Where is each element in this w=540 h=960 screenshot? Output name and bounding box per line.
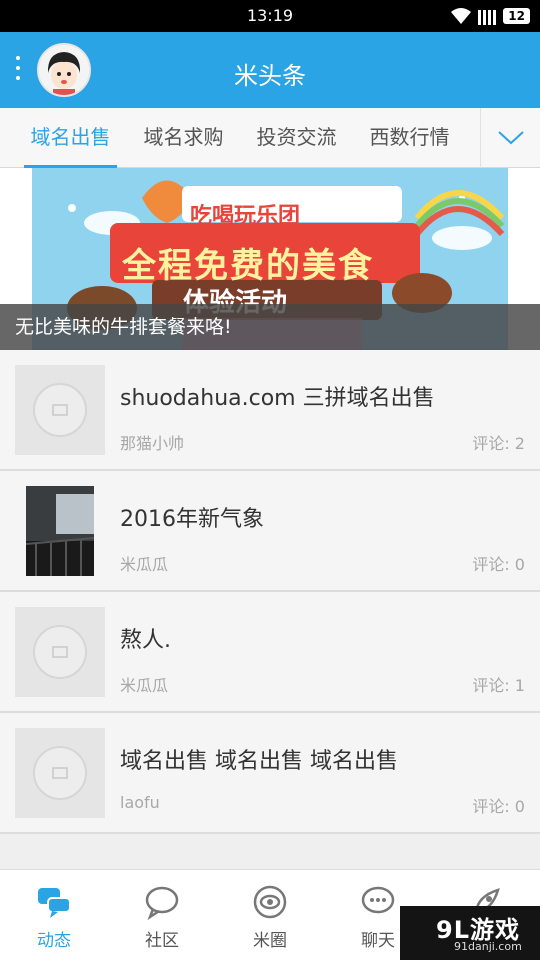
tab-xishu-market[interactable]: 西数行情	[353, 108, 466, 168]
chevron-down-icon	[497, 131, 524, 145]
expand-tabs-button[interactable]	[480, 108, 540, 168]
promo-banner[interactable]: 吃喝玩乐团 全程免费的美食 体验活动 无比美味的牛排套餐来咯!	[0, 168, 540, 350]
post-title: shuodahua.com 三拼域名出售	[120, 386, 435, 411]
post-title: 熬人.	[120, 628, 171, 653]
battery-icon: 12	[503, 8, 530, 24]
tab-domain-sale[interactable]: 域名出售	[14, 108, 127, 168]
photo-thumbnail	[26, 486, 94, 576]
status-icons: 12	[451, 7, 530, 25]
image-placeholder-icon	[33, 625, 87, 679]
status-bar: 13:19 12	[0, 0, 540, 32]
list-item[interactable]: 2016年新气象 米瓜瓜 评论: 0	[0, 471, 540, 592]
page-title: 米头条	[234, 62, 306, 90]
post-comment-count: 评论: 2	[472, 434, 525, 453]
post-title: 域名出售 域名出售 域名出售	[120, 749, 398, 774]
post-comment-count: 评论: 1	[472, 676, 525, 695]
placeholder-thumbnail	[15, 365, 105, 455]
banner-caption: 无比美味的牛排套餐来咯!	[0, 304, 540, 350]
post-author: 那猫小帅	[120, 434, 185, 453]
banner-top-line: 吃喝玩乐团	[190, 204, 301, 229]
list-item[interactable]: 域名出售 域名出售 域名出售 laofu 评论: 0	[0, 713, 540, 834]
tab-investment[interactable]: 投资交流	[240, 108, 353, 168]
placeholder-thumbnail	[15, 607, 105, 697]
post-author: 米瓜瓜	[120, 676, 169, 695]
eye-circle-icon	[253, 885, 287, 919]
nav-label: 社区	[145, 931, 179, 951]
post-author: laofu	[120, 793, 160, 812]
balcony-photo-icon	[26, 486, 94, 576]
list-item[interactable]: 熬人. 米瓜瓜 评论: 1	[0, 592, 540, 713]
post-list: shuodahua.com 三拼域名出售 那猫小帅 评论: 2 2016年新气象…	[0, 350, 540, 834]
list-item[interactable]: shuodahua.com 三拼域名出售 那猫小帅 评论: 2	[0, 350, 540, 471]
wifi-icon	[451, 8, 472, 24]
nav-label: 动态	[37, 931, 71, 951]
tab-domain-wanted[interactable]: 域名求购	[127, 108, 240, 168]
signal-icon	[478, 10, 497, 25]
nav-item-mi-circle[interactable]: 米圈	[216, 870, 324, 960]
post-title: 2016年新气象	[120, 507, 264, 532]
nav-label: 米圈	[253, 931, 287, 951]
chat-dots-icon	[361, 886, 395, 914]
post-comment-count: 评论: 0	[472, 797, 525, 816]
app-header: 米头条	[0, 32, 540, 108]
category-tab-bar: 域名出售 域名求购 投资交流 西数行情	[0, 108, 540, 168]
nav-item-dynamics[interactable]: 动态	[0, 870, 108, 960]
image-placeholder-icon	[33, 746, 87, 800]
nav-item-community[interactable]: 社区	[108, 870, 216, 960]
post-author: 米瓜瓜	[120, 555, 169, 574]
speech-bubble-icon	[145, 886, 179, 920]
watermark-url: 91danji.com	[454, 940, 522, 953]
chat-bubbles-icon	[38, 888, 71, 918]
banner-headline: 全程免费的美食	[122, 246, 374, 286]
image-placeholder-icon	[33, 383, 87, 437]
site-watermark: 9L游戏 91danji.com	[400, 906, 540, 960]
placeholder-thumbnail	[15, 728, 105, 818]
post-comment-count: 评论: 0	[472, 555, 525, 574]
